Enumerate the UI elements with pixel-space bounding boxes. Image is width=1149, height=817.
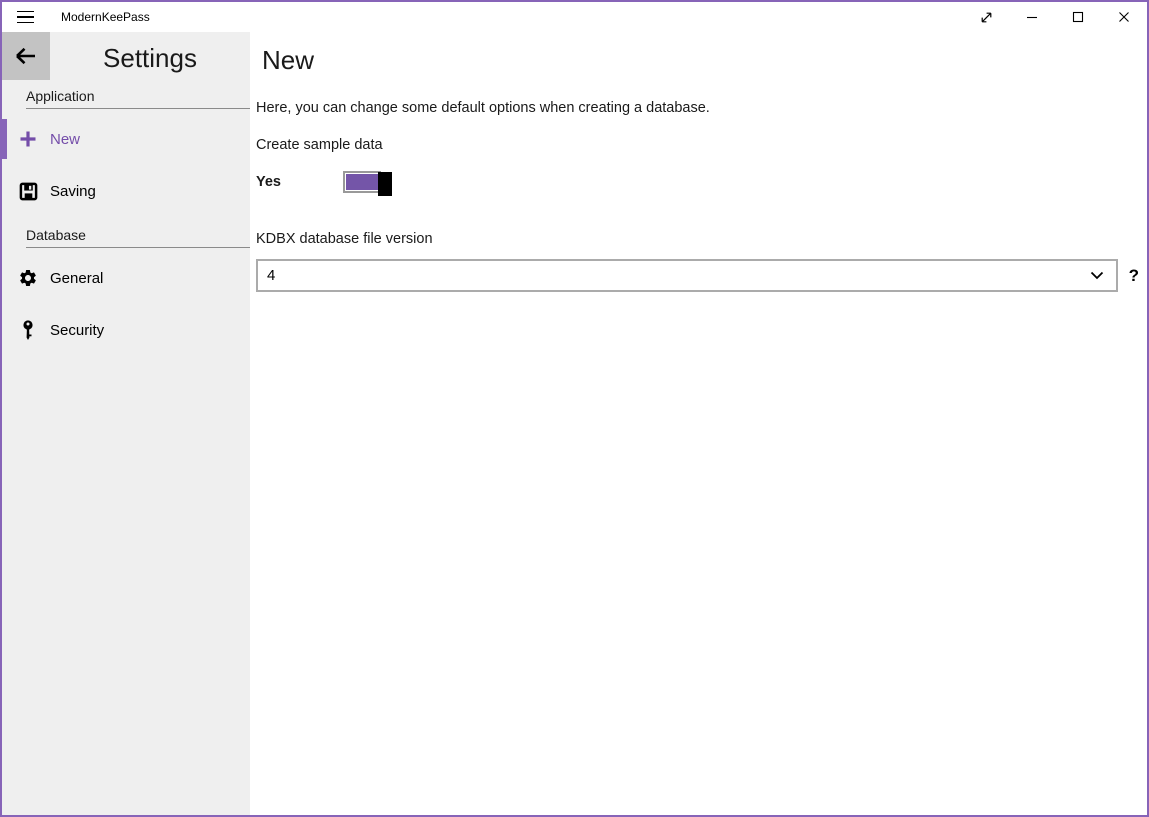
close-button[interactable] [1101, 2, 1147, 32]
hamburger-menu-button[interactable] [2, 2, 48, 32]
sidebar-item-saving[interactable]: Saving [2, 169, 250, 213]
back-button[interactable] [2, 32, 50, 80]
sidebar-item-new[interactable]: New [2, 117, 250, 161]
sidebar-item-security[interactable]: Security [2, 308, 250, 352]
toggle-track [346, 174, 378, 190]
create-sample-data-label: Create sample data [256, 137, 1147, 153]
toggle-state-label: Yes [256, 174, 343, 190]
sidebar-item-label: Security [50, 322, 104, 339]
save-icon [18, 181, 38, 201]
combobox-selected-value: 4 [267, 267, 1090, 284]
sidebar-item-label: Saving [50, 183, 96, 200]
gear-icon [18, 268, 38, 288]
exit-fullscreen-icon [980, 11, 993, 24]
kdbx-version-combobox[interactable]: 4 [256, 259, 1118, 292]
key-icon [18, 320, 38, 340]
back-arrow-icon [15, 47, 37, 65]
create-sample-data-row: Yes [256, 170, 1147, 194]
settings-title: Settings [50, 32, 250, 82]
kdbx-version-label: KDBX database file version [256, 231, 1147, 247]
maximize-icon [1072, 11, 1084, 23]
hamburger-icon [17, 11, 34, 24]
sidebar-item-label: New [50, 131, 80, 148]
minimize-button[interactable] [1009, 2, 1055, 32]
maximize-button[interactable] [1055, 2, 1101, 32]
sidebar-item-general[interactable]: General [2, 256, 250, 300]
toggle-thumb[interactable] [378, 172, 392, 196]
section-label-application: Application [26, 88, 250, 109]
window-title: ModernKeePass [61, 10, 150, 24]
kdbx-version-row: 4 ? [256, 259, 1147, 292]
help-question-mark: ? [1129, 266, 1139, 286]
section-label-database: Database [26, 227, 250, 248]
page-description: Here, you can change some default option… [256, 100, 1147, 116]
minimize-icon [1026, 11, 1038, 23]
app-body: Settings Application New Saving [2, 32, 1147, 815]
sidebar-item-label: General [50, 270, 103, 287]
chevron-down-icon [1090, 271, 1104, 280]
settings-sidebar: Settings Application New Saving [2, 32, 250, 815]
settings-page-new: New Here, you can change some default op… [250, 32, 1147, 815]
plus-icon [18, 129, 38, 149]
exit-fullscreen-button[interactable] [963, 2, 1009, 32]
page-title: New [262, 45, 1147, 76]
sidebar-header: Settings [2, 32, 250, 82]
close-icon [1118, 11, 1130, 23]
titlebar: ModernKeePass [2, 2, 1147, 32]
create-sample-data-toggle[interactable] [343, 171, 381, 193]
